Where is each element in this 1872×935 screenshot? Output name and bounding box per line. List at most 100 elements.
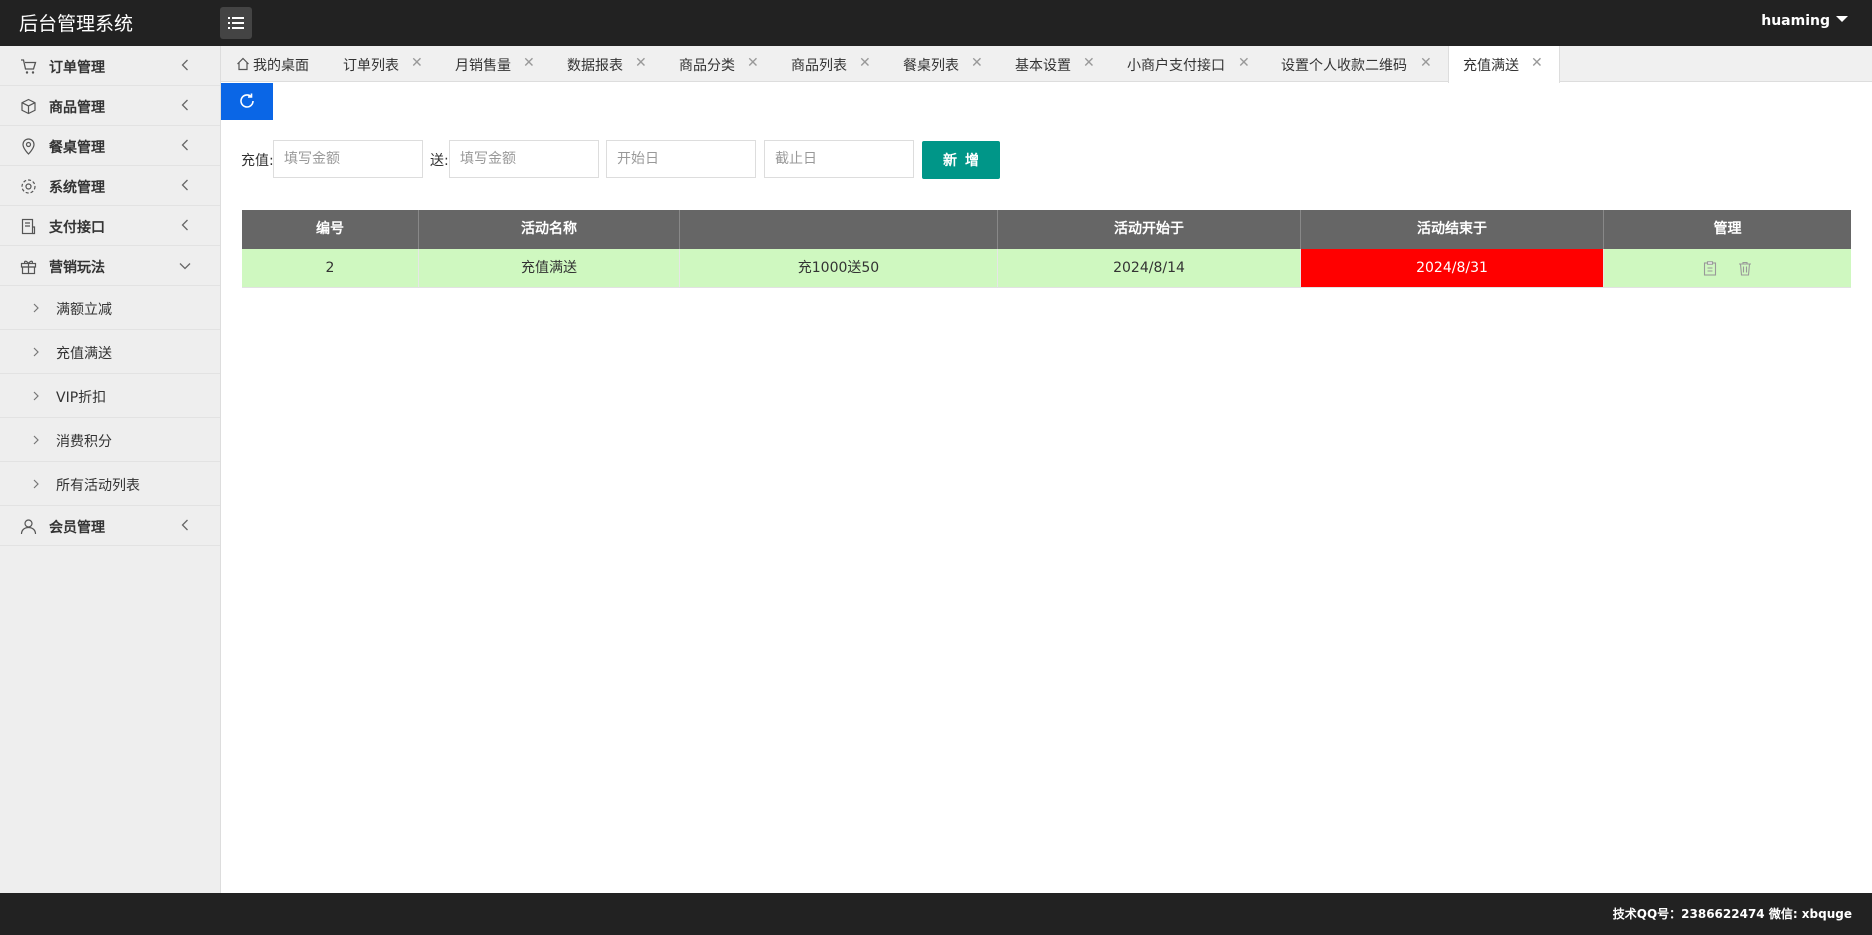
sidebar-subitem-label: VIP折扣: [56, 390, 107, 406]
chevron-right-icon: [33, 391, 39, 401]
list-icon: [228, 17, 244, 29]
chevron-right-icon: [33, 303, 39, 313]
gift-icon: [20, 260, 37, 275]
sidebar-item-orders[interactable]: 订单管理: [0, 46, 220, 86]
user-menu[interactable]: huaming: [1761, 13, 1848, 29]
sidebar-subitem-label: 所有活动列表: [56, 478, 140, 494]
tab-monthly-sales[interactable]: 月销售量 ✕: [455, 46, 535, 82]
sidebar-item-label: 营销玩法: [49, 260, 105, 276]
home-icon: [237, 57, 249, 71]
refresh-button[interactable]: [221, 83, 273, 120]
tab-label: 订单列表: [343, 58, 399, 74]
cell-start: 2024/8/14: [998, 249, 1301, 287]
close-icon[interactable]: ✕: [1238, 55, 1250, 71]
close-icon[interactable]: ✕: [1083, 55, 1095, 71]
tab-recharge-gift[interactable]: 充值满送 ✕: [1448, 46, 1560, 83]
tab-order-list[interactable]: 订单列表 ✕: [343, 46, 423, 82]
tab-product-list[interactable]: 商品列表 ✕: [791, 46, 871, 82]
header-end: 活动结束于: [1301, 210, 1604, 249]
sidebar-item-system[interactable]: 系统管理: [0, 166, 220, 206]
footer-contact: 技术QQ号：2386622474 微信: xbquge: [1612, 907, 1852, 921]
sidebar-item-label: 会员管理: [49, 520, 105, 536]
box-icon: [21, 98, 36, 115]
cell-end: 2024/8/31: [1301, 249, 1604, 287]
table-header: 编号 活动名称 活动开始于 活动结束于 管理: [242, 210, 1851, 249]
brand-title: 后台管理系统: [19, 13, 134, 35]
close-icon[interactable]: ✕: [1531, 55, 1543, 71]
header-name: 活动名称: [419, 210, 680, 249]
tab-product-category[interactable]: 商品分类 ✕: [679, 46, 759, 82]
sidebar-item-payment[interactable]: 支付接口: [0, 206, 220, 246]
close-icon[interactable]: ✕: [971, 55, 983, 71]
edit-icon[interactable]: [1703, 260, 1717, 276]
chevron-left-icon: [181, 519, 188, 531]
caret-down-icon: [1836, 16, 1848, 22]
table-row: 2 充值满送 充1000送50 2024/8/14 2024/8/31: [242, 249, 1851, 288]
tab-label: 餐桌列表: [903, 58, 959, 74]
sidebar-item-label: 系统管理: [49, 180, 105, 196]
tab-label: 商品分类: [679, 58, 735, 74]
footer: 技术QQ号：2386622474 微信: xbquge: [0, 893, 1872, 935]
chevron-right-icon: [33, 435, 39, 445]
gift-label: 送:: [430, 153, 449, 169]
close-icon[interactable]: ✕: [747, 55, 759, 71]
tab-label: 充值满送: [1463, 58, 1519, 74]
cell-detail: 充1000送50: [680, 249, 998, 287]
username: huaming: [1761, 13, 1830, 29]
chevron-left-icon: [181, 219, 188, 231]
chevron-right-icon: [33, 479, 39, 489]
tab-label: 商品列表: [791, 58, 847, 74]
sidebar-subitem-label: 消费积分: [56, 434, 112, 450]
sidebar-item-products[interactable]: 商品管理: [0, 86, 220, 126]
close-icon[interactable]: ✕: [859, 55, 871, 71]
tab-label: 数据报表: [567, 58, 623, 74]
tab-label: 设置个人收款二维码: [1281, 58, 1407, 74]
sidebar-subitem-points[interactable]: 消费积分: [0, 418, 220, 462]
chevron-down-icon: [179, 263, 191, 270]
tab-bar: 我的桌面 订单列表 ✕ 月销售量 ✕ 数据报表 ✕ 商品分类 ✕ 商品列表 ✕ 餐桌列表 ✕…: [221, 46, 1872, 83]
sidebar-subitem-label: 充值满送: [56, 346, 112, 362]
tab-qrcode-settings[interactable]: 设置个人收款二维码 ✕: [1281, 46, 1432, 82]
close-icon[interactable]: ✕: [523, 55, 535, 71]
tab-label: 小商户支付接口: [1127, 58, 1225, 74]
cell-id: 2: [242, 249, 419, 287]
tab-table-list[interactable]: 餐桌列表 ✕: [903, 46, 983, 82]
header-detail: [680, 210, 998, 249]
location-icon: [22, 138, 35, 155]
tab-basic-settings[interactable]: 基本设置 ✕: [1015, 46, 1095, 82]
close-icon[interactable]: ✕: [411, 55, 423, 71]
menu-toggle-button[interactable]: [220, 7, 252, 39]
sidebar-subitem-vip-discount[interactable]: VIP折扣: [0, 374, 220, 418]
tab-data-report[interactable]: 数据报表 ✕: [567, 46, 647, 82]
sidebar-item-label: 餐桌管理: [49, 140, 105, 156]
gift-amount-input[interactable]: [449, 140, 599, 178]
top-header: 后台管理系统 huaming: [0, 0, 1872, 46]
user-icon: [20, 519, 37, 535]
sidebar-subitem-full-reduction[interactable]: 满额立减: [0, 286, 220, 330]
close-icon[interactable]: ✕: [1420, 55, 1432, 71]
sidebar-item-tables[interactable]: 餐桌管理: [0, 126, 220, 166]
tab-label: 我的桌面: [253, 58, 309, 74]
chevron-left-icon: [181, 139, 188, 151]
close-icon[interactable]: ✕: [635, 55, 647, 71]
start-date-input[interactable]: [606, 140, 756, 178]
trash-icon[interactable]: [1738, 261, 1752, 276]
chevron-right-icon: [33, 347, 39, 357]
refresh-icon: [240, 93, 254, 108]
sidebar-subitem-all-activities[interactable]: 所有活动列表: [0, 462, 220, 506]
sidebar-item-members[interactable]: 会员管理: [0, 506, 220, 546]
sidebar-subitem-recharge-gift[interactable]: 充值满送: [0, 330, 220, 374]
cart-icon: [21, 59, 37, 74]
chevron-left-icon: [181, 99, 188, 111]
tab-home[interactable]: 我的桌面: [236, 46, 309, 82]
header-id: 编号: [242, 210, 419, 249]
sidebar-subitem-label: 满额立减: [56, 302, 112, 318]
sidebar-item-marketing[interactable]: 营销玩法: [0, 246, 220, 286]
add-button[interactable]: 新增: [922, 141, 1000, 179]
tab-merchant-payment[interactable]: 小商户支付接口 ✕: [1127, 46, 1250, 82]
recharge-amount-input[interactable]: [273, 140, 423, 178]
cell-actions: [1604, 249, 1851, 287]
end-date-input[interactable]: [764, 140, 914, 178]
tab-label: 基本设置: [1015, 58, 1071, 74]
chevron-left-icon: [181, 179, 188, 191]
